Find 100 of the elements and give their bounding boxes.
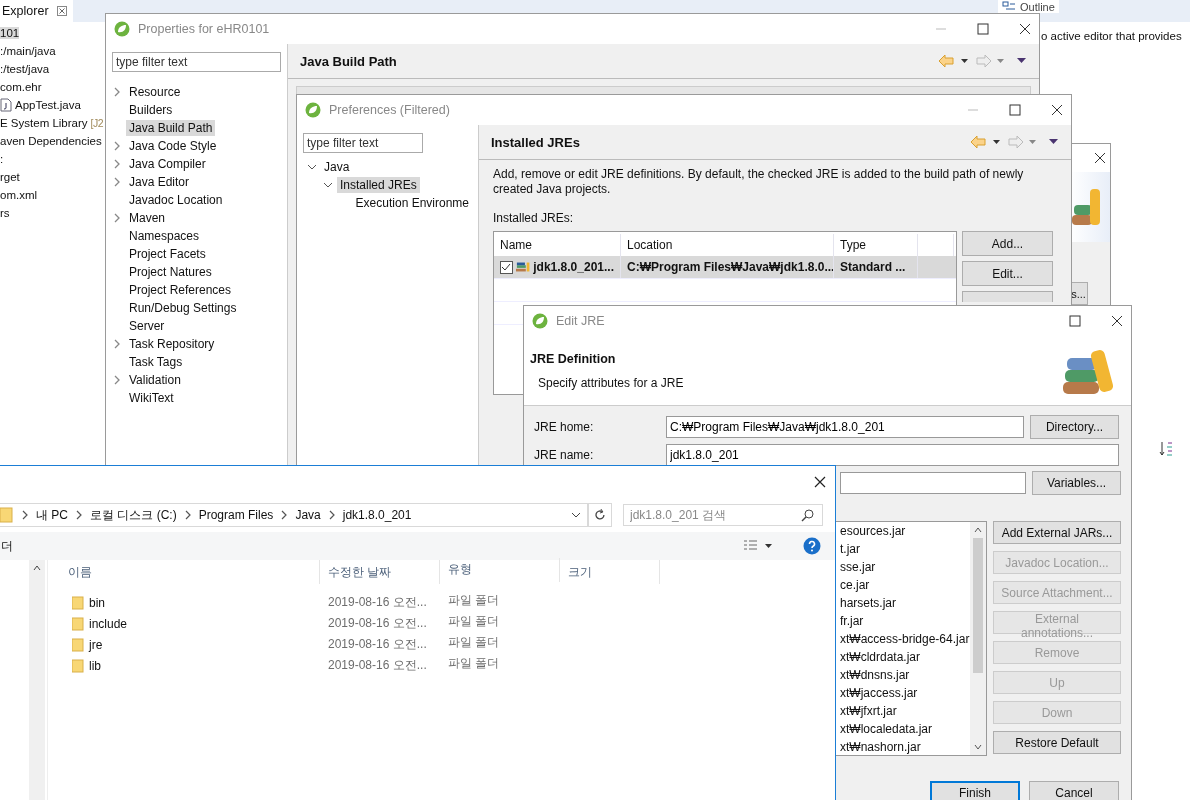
list-item[interactable]: fr.jar [840,612,970,630]
explorer-tab[interactable]: Explorer [0,0,73,22]
tree-item[interactable]: :/main/java [0,45,56,57]
refresh-icon[interactable] [588,503,612,527]
tree-item[interactable]: com.ehr [0,81,42,93]
column-header[interactable]: 유형 [440,557,560,582]
tree-item[interactable]: Project Facets [126,246,209,262]
column-header[interactable]: 크기 [560,560,660,584]
tree-item[interactable]: Java Build Path [126,120,216,136]
dialog-button[interactable]: Finish [930,781,1020,800]
scrollbar[interactable] [29,560,45,800]
close-icon[interactable] [1051,104,1063,116]
ribbon-label[interactable]: 더 [1,537,13,555]
dialog-button[interactable]: Add External JARs... [993,521,1121,544]
list-item[interactable]: t.jar [840,540,970,558]
close-icon[interactable] [1019,23,1031,35]
list-item[interactable]: xt₩dnsns.jar [840,666,970,684]
column-header[interactable]: 수정한 날짜 [320,560,440,584]
breadcrumb-item[interactable]: jdk1.8.0_201 [342,508,412,522]
tree-item[interactable]: Resource [126,84,184,100]
collapse-caret-icon[interactable] [323,180,333,190]
list-item[interactable]: xt₩localedata.jar [840,720,970,738]
text-field[interactable]: jdk1.8.0_201 [666,444,1119,466]
tree-item[interactable]: rget [0,171,20,183]
navigation-arrows-icon[interactable] [937,54,1027,68]
maximize-icon[interactable] [1009,104,1021,116]
tree-item[interactable]: 101 [0,27,20,39]
close-icon[interactable] [1094,152,1106,164]
close-icon[interactable] [814,476,826,488]
file-name[interactable]: bin [89,595,105,610]
dialog-button[interactable]: Add... [962,231,1053,256]
tree-item[interactable]: Namespaces [126,228,203,244]
view-options-icon[interactable] [743,540,773,552]
tree-item[interactable]: Server [126,318,168,334]
expand-chevron-icon[interactable] [112,213,122,223]
list-item[interactable]: ce.jar [840,576,970,594]
tree-item[interactable]: Run/Debug Settings [126,300,240,316]
scrollbar[interactable] [970,522,986,755]
list-item[interactable]: harsets.jar [840,594,970,612]
checkbox[interactable] [500,260,513,274]
expand-chevron-icon[interactable] [112,375,122,385]
dialog-button[interactable]: Variables... [1032,471,1121,495]
list-item[interactable]: xt₩cldrdata.jar [840,648,970,666]
breadcrumb-item[interactable]: 내 PC [36,506,68,524]
tree-item[interactable]: om.xml [0,189,38,201]
tree-item[interactable]: Validation [126,372,184,388]
list-item[interactable]: esources.jar [840,522,970,540]
tree-item[interactable]: Builders [126,102,176,118]
tree-item[interactable]: Java [321,159,353,175]
tree-item[interactable]: E System Library [0,117,88,129]
dropdown-icon[interactable] [571,511,582,519]
search-field[interactable]: jdk1.8.0_201 검색 [623,504,823,526]
maximize-icon[interactable] [977,23,989,35]
table-row[interactable]: jdk1.8.0_201... C:₩Program Files₩Java₩jdk1.8.0... Standard ... [494,256,956,279]
tree-item[interactable]: Java Compiler [126,156,209,172]
filter-field[interactable]: type filter text [112,52,281,72]
expand-chevron-icon[interactable] [112,159,122,169]
tree-item[interactable]: : [0,153,4,165]
tree-item[interactable]: Java Editor [126,174,193,190]
dialog-button[interactable]: Restore Default [993,731,1121,754]
file-name[interactable]: include [89,616,128,631]
tree-item[interactable]: WikiText [126,390,177,406]
breadcrumb-item[interactable]: 로컬 디스크 (C:) [90,506,177,524]
dialog-button[interactable]: Directory... [1030,415,1119,439]
dialog-button[interactable]: Cancel [1029,781,1119,800]
tree-item[interactable]: rs [0,207,10,219]
text-field[interactable] [840,472,1026,494]
tree-item[interactable]: Task Tags [126,354,186,370]
dialog-button[interactable]: Edit... [962,261,1053,286]
column-header[interactable]: 이름 [60,560,320,584]
expand-chevron-icon[interactable] [112,339,122,349]
close-icon[interactable] [1111,315,1123,327]
tree-item[interactable]: aven Dependencies [0,135,102,147]
tree-item[interactable]: Execution Environme [352,195,472,211]
expand-chevron-icon[interactable] [112,177,122,187]
tree-item[interactable]: Javadoc Location [126,192,226,208]
list-item[interactable]: xt₩jfxrt.jar [840,702,970,720]
list-item[interactable]: xt₩nashorn.jar [840,738,970,755]
file-name[interactable]: lib [89,658,101,673]
tree-item[interactable]: Installed JREs [337,177,420,193]
collapse-caret-icon[interactable] [307,162,317,172]
tree-item[interactable]: AppTest.java [15,99,81,111]
filter-field[interactable]: type filter text [303,133,423,153]
list-item[interactable]: xt₩access-bridge-64.jar [840,630,970,648]
help-icon[interactable] [803,537,821,555]
file-name[interactable]: jre [89,637,103,652]
tree-item[interactable]: Task Repository [126,336,218,352]
tree-item[interactable]: Maven [126,210,169,226]
address-bar[interactable]: 내 PC 로컬 디스크 (C:) Program Files Java jdk1.8.0_201 [0,503,589,527]
navigation-arrows-icon[interactable] [969,135,1059,149]
maximize-icon[interactable] [1069,315,1081,327]
breadcrumb-item[interactable]: Java [295,508,321,522]
tree-item[interactable]: Project References [126,282,235,298]
tree-item[interactable]: Project Natures [126,264,215,280]
tree-item[interactable]: :/test/java [0,63,50,75]
text-field[interactable]: C:₩Program Files₩Java₩jdk1.8.0_201 [666,416,1024,438]
expand-chevron-icon[interactable] [112,141,122,151]
expand-chevron-icon[interactable] [112,87,122,97]
tree-item[interactable]: Java Code Style [126,138,220,154]
list-item[interactable]: sse.jar [840,558,970,576]
